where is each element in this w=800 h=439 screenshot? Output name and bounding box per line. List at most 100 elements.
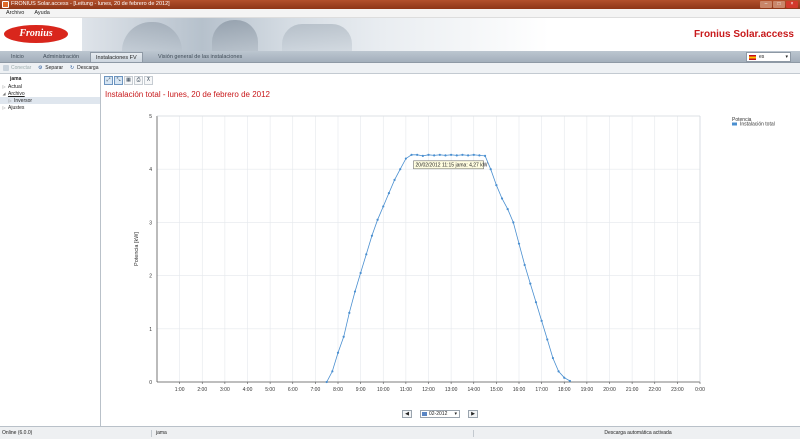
x-tick-label: 11:00	[400, 387, 412, 393]
series-line	[326, 154, 571, 383]
x-tick-label: 2:00	[197, 387, 207, 393]
x-tick-label: 10:00	[377, 387, 390, 393]
data-point[interactable]	[523, 263, 526, 267]
data-point[interactable]	[370, 234, 374, 237]
data-point[interactable]	[517, 242, 521, 245]
download-label: Descarga	[77, 65, 99, 71]
x-tick-label: 22:00	[648, 387, 661, 393]
main-nav: Inicio Administración Instalaciones FV V…	[0, 51, 800, 63]
collapse-icon[interactable]: ◢	[0, 90, 8, 97]
data-point[interactable]	[563, 376, 566, 379]
data-point[interactable]	[495, 184, 498, 187]
tab-instalaciones-fv[interactable]: Instalaciones FV	[90, 52, 143, 62]
x-tick-label: 17:00	[535, 387, 548, 393]
data-point[interactable]	[416, 153, 419, 156]
data-point[interactable]	[336, 351, 340, 354]
data-point[interactable]	[478, 154, 481, 157]
menu-bar: Archivo Ayuda	[0, 9, 800, 18]
data-point[interactable]	[387, 192, 391, 195]
data-point[interactable]	[534, 301, 538, 304]
data-point[interactable]	[410, 153, 413, 156]
x-tick-label: 3:00	[220, 387, 230, 393]
x-tick-label: 19:00	[581, 387, 594, 393]
data-point[interactable]	[444, 154, 447, 157]
data-point[interactable]	[359, 271, 362, 275]
navigation-tree: jama ▷ Actual ◢ Archivo ▷ Inversor ▷ Ajustes	[0, 74, 101, 426]
data-point[interactable]	[506, 208, 509, 211]
x-tick-label: 5:00	[265, 387, 275, 393]
expand-icon[interactable]: ▷	[0, 83, 8, 90]
data-point[interactable]	[376, 218, 379, 221]
tree-item-archivo[interactable]: ◢ Archivo	[0, 90, 100, 97]
data-point[interactable]	[472, 153, 475, 156]
close-icon[interactable]: ×	[786, 1, 798, 8]
x-tick-label: 23:00	[671, 387, 684, 393]
data-point[interactable]	[529, 282, 532, 285]
data-point[interactable]	[461, 153, 464, 156]
data-point[interactable]	[325, 380, 328, 384]
previous-arrow-icon[interactable]: ◀	[402, 410, 412, 418]
data-point[interactable]	[421, 154, 424, 157]
data-point[interactable]	[557, 370, 560, 373]
data-point[interactable]	[393, 178, 396, 181]
data-point[interactable]	[348, 311, 351, 314]
download-icon: ↻	[69, 65, 75, 71]
status-bar: Online (6.0.0) jama Descarga automática …	[0, 426, 800, 439]
menu-archivo[interactable]: Archivo	[6, 10, 24, 16]
data-point[interactable]	[427, 153, 430, 156]
language-select[interactable]: es ▾	[746, 52, 791, 62]
x-tick-label: 7:00	[311, 387, 321, 393]
data-point[interactable]	[433, 154, 436, 157]
expand-icon[interactable]: ▷	[6, 97, 14, 104]
brand-title: Fronius Solar.access	[693, 29, 794, 40]
data-point[interactable]	[466, 154, 470, 157]
tree-item-ajustes[interactable]: ▷ Ajustes	[0, 104, 100, 111]
data-point[interactable]	[546, 338, 549, 341]
data-point[interactable]	[353, 290, 357, 293]
tab-inicio[interactable]: Inicio	[6, 52, 29, 62]
data-point[interactable]	[399, 168, 402, 171]
x-tick-label: 12:00	[422, 387, 435, 393]
data-point[interactable]	[512, 221, 515, 224]
tab-vision-general[interactable]: Visión general de las instalaciones	[153, 52, 247, 62]
y-tick-label: 3	[149, 220, 152, 226]
data-point[interactable]	[382, 205, 385, 208]
power-chart: 0 1 2 3 4 5 1:00 2:00 3:00 4:00 5:00 6:00 7:00 8:00 9…	[134, 114, 775, 393]
tree-item-inversor[interactable]: ▷ Inversor	[0, 97, 100, 104]
data-point[interactable]	[568, 379, 572, 383]
toolbar: Conectar ⚙ Separar ↻ Descarga	[0, 63, 800, 74]
download-button[interactable]: ↻ Descarga	[69, 65, 99, 71]
chevron-down-icon: ▾	[785, 54, 788, 60]
connect-icon	[3, 65, 9, 71]
data-point[interactable]	[438, 153, 441, 156]
data-point[interactable]	[342, 335, 345, 338]
data-point[interactable]	[455, 154, 458, 157]
menu-ayuda[interactable]: Ayuda	[34, 10, 50, 16]
x-tick-label: 20:00	[603, 387, 616, 393]
x-tick-label: 15:00	[490, 387, 503, 393]
next-arrow-icon[interactable]: ▶	[468, 410, 478, 418]
data-point[interactable]	[551, 356, 555, 360]
maximize-icon[interactable]: □	[773, 1, 785, 8]
disconnect-button[interactable]: ⚙ Separar	[37, 65, 63, 71]
data-point[interactable]	[331, 370, 334, 373]
tree-item-actual[interactable]: ▷ Actual	[0, 83, 100, 90]
status-download: Descarga automática activada	[604, 430, 672, 436]
data-point[interactable]	[365, 253, 368, 256]
data-point[interactable]	[483, 154, 487, 157]
data-point[interactable]	[500, 197, 504, 200]
tab-administracion[interactable]: Administración	[38, 52, 84, 62]
tree-root[interactable]: jama	[0, 76, 100, 83]
expand-icon[interactable]: ▷	[0, 104, 8, 111]
disconnect-label: Separar	[45, 65, 64, 71]
month-select[interactable]: 02-2012 ▾	[420, 410, 460, 418]
data-point[interactable]	[450, 153, 453, 156]
data-point[interactable]	[540, 319, 543, 322]
y-tick-label: 4	[149, 167, 152, 173]
status-connection: Online (6.0.0)	[0, 430, 152, 437]
minimize-icon[interactable]: –	[760, 1, 772, 8]
connect-button[interactable]: Conectar	[3, 65, 31, 71]
data-point[interactable]	[404, 157, 407, 160]
x-tick-label: 13:00	[445, 387, 458, 393]
data-point[interactable]	[489, 168, 492, 171]
